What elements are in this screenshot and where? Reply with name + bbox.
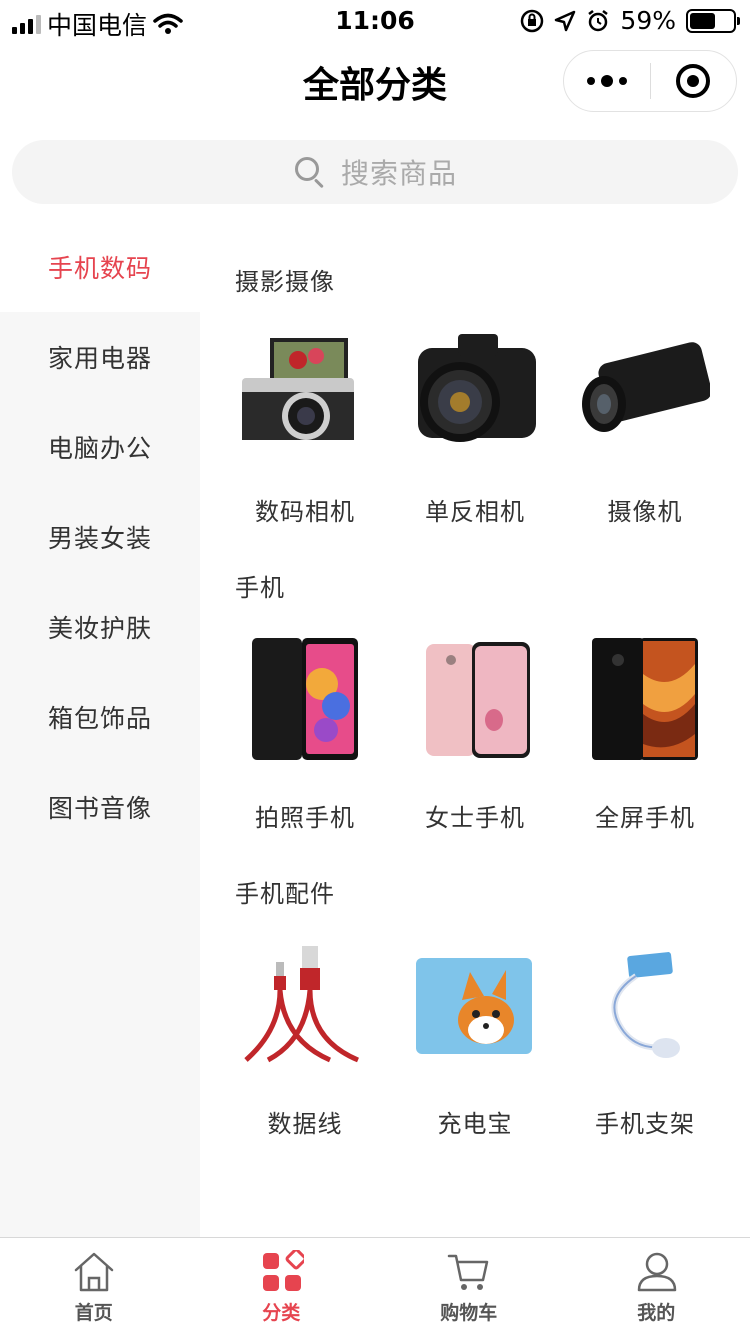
sidebar-item-computers[interactable]: 电脑办公 — [0, 402, 200, 492]
status-right: 59% — [520, 6, 740, 35]
rotation-lock-icon — [521, 9, 544, 32]
subcategory-item[interactable]: 摄像机 — [560, 328, 730, 558]
phone-pink-image — [426, 642, 530, 758]
category-sidebar: 手机数码 家用电器 电脑办公 男装女装 美妆护肤 箱包饰品 图书音像 — [0, 222, 200, 1237]
camcorder-image — [582, 342, 710, 432]
subcategory-label: 全屏手机 — [595, 804, 695, 832]
sidebar-item-beauty[interactable]: 美妆护肤 — [0, 582, 200, 672]
mini-program-capsule — [563, 50, 737, 112]
phone-black-image — [252, 638, 358, 760]
more-dot-icon — [586, 77, 595, 85]
subcategory-label: 数据线 — [267, 1110, 343, 1138]
subcategory-item[interactable]: 数码相机 — [220, 328, 390, 558]
tab-cart[interactable]: 购物车 — [375, 1238, 563, 1334]
tab-label: 分类 — [262, 1302, 301, 1324]
tab-label: 首页 — [74, 1302, 113, 1324]
subcategory-item[interactable]: 拍照手机 — [220, 634, 390, 864]
cart-icon — [447, 1254, 489, 1290]
subcategory-item[interactable]: 单反相机 — [390, 328, 560, 558]
category-content: 摄影摄像 数码相机 单反相机 摄像机 手机 拍照手机 女士手机 全屏手机 手机配… — [200, 222, 750, 1237]
battery-icon — [686, 8, 740, 33]
close-mini-program-button[interactable] — [651, 51, 737, 111]
phone-fullscreen-image — [592, 638, 698, 760]
sidebar-item-books[interactable]: 图书音像 — [0, 762, 200, 852]
target-icon — [676, 64, 711, 98]
location-icon — [555, 10, 576, 31]
home-icon — [74, 1252, 114, 1292]
search-input[interactable]: 搜索商品 — [12, 140, 738, 204]
more-dot-icon — [618, 77, 627, 85]
nav-bar: 全部分类 — [0, 40, 750, 128]
subcategory-label: 摄像机 — [607, 498, 683, 526]
user-icon — [637, 1252, 676, 1292]
subcategory-label: 单反相机 — [425, 498, 525, 526]
tab-home[interactable]: 首页 — [0, 1238, 188, 1334]
tab-category[interactable]: 分类 — [188, 1238, 376, 1334]
subcategory-item[interactable]: 充电宝 — [390, 940, 560, 1170]
tab-label: 购物车 — [440, 1302, 498, 1324]
sidebar-item-appliances[interactable]: 家用电器 — [0, 312, 200, 402]
subcategory-label: 数码相机 — [255, 498, 355, 526]
subcategory-item[interactable]: 女士手机 — [390, 634, 560, 864]
more-button[interactable] — [564, 51, 650, 111]
category-icon — [262, 1250, 304, 1291]
search-placeholder: 搜索商品 — [340, 157, 457, 190]
section-title: 摄影摄像 — [235, 268, 335, 296]
subcategory-label: 手机支架 — [595, 1110, 695, 1138]
dslr-camera-image — [418, 334, 536, 442]
alarm-icon — [588, 9, 609, 31]
sidebar-item-digital[interactable]: 手机数码 — [0, 222, 200, 312]
power-bank-image — [416, 958, 532, 1054]
status-bar: 中国电信 11:06 59% — [0, 0, 750, 40]
mirrorless-camera-image — [242, 338, 354, 440]
sidebar-item-clothing[interactable]: 男装女装 — [0, 492, 200, 582]
section-title: 手机 — [235, 574, 285, 602]
section-title: 手机配件 — [235, 880, 335, 908]
subcategory-item[interactable]: 数据线 — [220, 940, 390, 1170]
phone-holder-image — [611, 952, 680, 1058]
subcategory-item[interactable]: 全屏手机 — [560, 634, 730, 864]
usb-cable-image — [244, 946, 359, 1063]
subcategory-label: 充电宝 — [437, 1110, 513, 1138]
subcategory-label: 女士手机 — [425, 804, 525, 832]
sidebar-item-bags[interactable]: 箱包饰品 — [0, 672, 200, 762]
search-icon — [293, 155, 327, 189]
tab-bar: 首页 分类 购物车 我的 — [0, 1237, 750, 1334]
tab-profile[interactable]: 我的 — [563, 1238, 750, 1334]
subcategory-label: 拍照手机 — [255, 804, 355, 832]
more-dot-icon — [600, 75, 613, 87]
subcategory-item[interactable]: 手机支架 — [560, 940, 730, 1170]
tab-label: 我的 — [637, 1302, 676, 1324]
battery-percent: 59% — [620, 6, 676, 35]
